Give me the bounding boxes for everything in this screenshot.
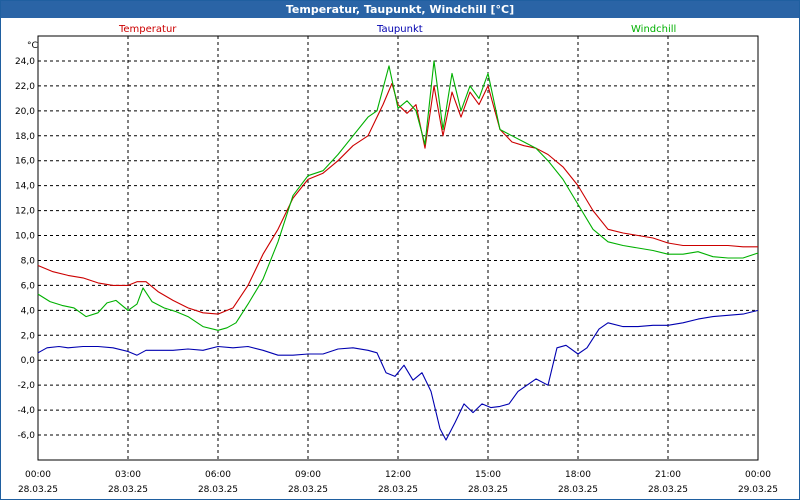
y-tick-label: -2,0 — [17, 381, 35, 391]
y-tick-label: -4,0 — [17, 406, 35, 416]
x-tick-time: 00:00 — [745, 470, 771, 480]
line-chart: °C 24,0 22,0 20,0 18,0 16,0 14,0 12,0 10,0 8,0 6,… — [15, 35, 778, 495]
y-tick-label: 14,0 — [15, 182, 35, 192]
y-tick-label: 12,0 — [15, 207, 35, 217]
y-tick-label: 22,0 — [15, 82, 35, 92]
x-tick-date: 28.03.25 — [108, 485, 148, 495]
y-tick-label: 0,0 — [21, 356, 36, 366]
y-axis-unit: °C — [27, 41, 38, 51]
x-tick-time: 00:00 — [25, 470, 51, 480]
x-tick-date: 28.03.25 — [18, 485, 58, 495]
x-tick-time: 15:00 — [475, 470, 501, 480]
x-tick-date: 29.03.25 — [738, 485, 778, 495]
y-tick-label: 8,0 — [21, 256, 36, 266]
x-tick-date: 28.03.25 — [378, 485, 418, 495]
x-tick-date: 28.03.25 — [648, 485, 688, 495]
x-tick-time: 06:00 — [205, 470, 231, 480]
y-tick-label: 18,0 — [15, 132, 35, 142]
x-tick-time: 21:00 — [655, 470, 681, 480]
x-tick-date: 28.03.25 — [468, 485, 508, 495]
x-tick-time: 03:00 — [115, 470, 141, 480]
x-tick-time: 12:00 — [385, 470, 411, 480]
x-tick-date: 28.03.25 — [198, 485, 238, 495]
x-tick-date: 28.03.25 — [288, 485, 328, 495]
y-tick-label: 16,0 — [15, 157, 35, 167]
x-tick-time: 09:00 — [295, 470, 321, 480]
y-tick-label: 2,0 — [21, 331, 36, 341]
y-tick-label: 20,0 — [15, 107, 35, 117]
x-tick-time: 18:00 — [565, 470, 591, 480]
y-tick-label: 6,0 — [21, 281, 36, 291]
y-tick-label: 4,0 — [21, 306, 36, 316]
x-tick-date: 28.03.25 — [558, 485, 598, 495]
y-tick-label: 10,0 — [15, 232, 35, 242]
y-tick-label: 24,0 — [15, 57, 35, 67]
y-tick-label: -6,0 — [17, 431, 35, 441]
